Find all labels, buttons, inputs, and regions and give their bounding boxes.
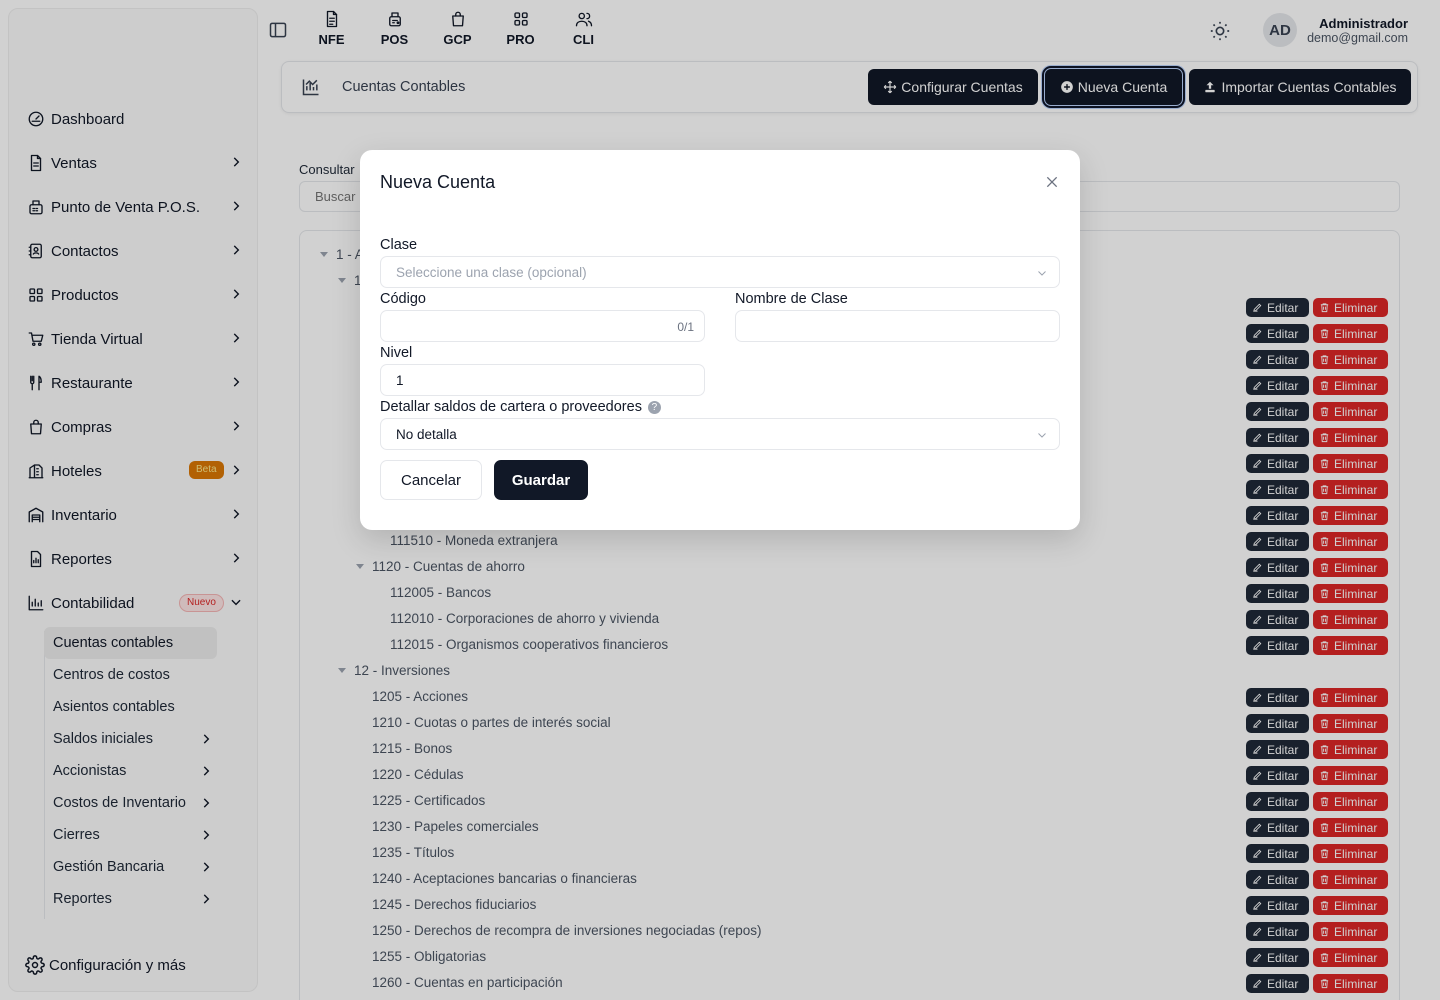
detallar-label-text: Detallar saldos de cartera o proveedores [380,399,642,415]
detallar-label: Detallar saldos de cartera o proveedores… [380,399,661,415]
cancel-button[interactable]: Cancelar [380,460,482,500]
save-button[interactable]: Guardar [494,460,588,500]
modal-title: Nueva Cuenta [380,172,496,192]
codigo-counter: 0/1 [677,320,694,334]
chevron-down-icon [1038,433,1046,438]
new-account-modal: Nueva Cuenta Clase Seleccione una clase … [360,150,1080,530]
detallar-value: No detalla [396,426,457,442]
chevron-down-icon [1038,271,1046,276]
close-icon[interactable] [1044,174,1060,190]
clase-select[interactable]: Seleccione una clase (opcional) [380,256,1060,288]
clase-label: Clase [380,237,418,253]
clase-placeholder: Seleccione una clase (opcional) [396,264,587,280]
help-icon[interactable]: ? [647,401,661,414]
nivel-value: 1 [396,372,404,388]
detallar-select[interactable]: No detalla [380,418,1060,450]
nivel-input[interactable]: 1 [380,364,705,396]
nivel-label: Nivel [380,345,413,361]
nombre-input[interactable] [735,310,1060,342]
codigo-input[interactable]: 0/1 [380,310,705,342]
codigo-label: Código [380,291,426,307]
nombre-label: Nombre de Clase [735,291,848,307]
